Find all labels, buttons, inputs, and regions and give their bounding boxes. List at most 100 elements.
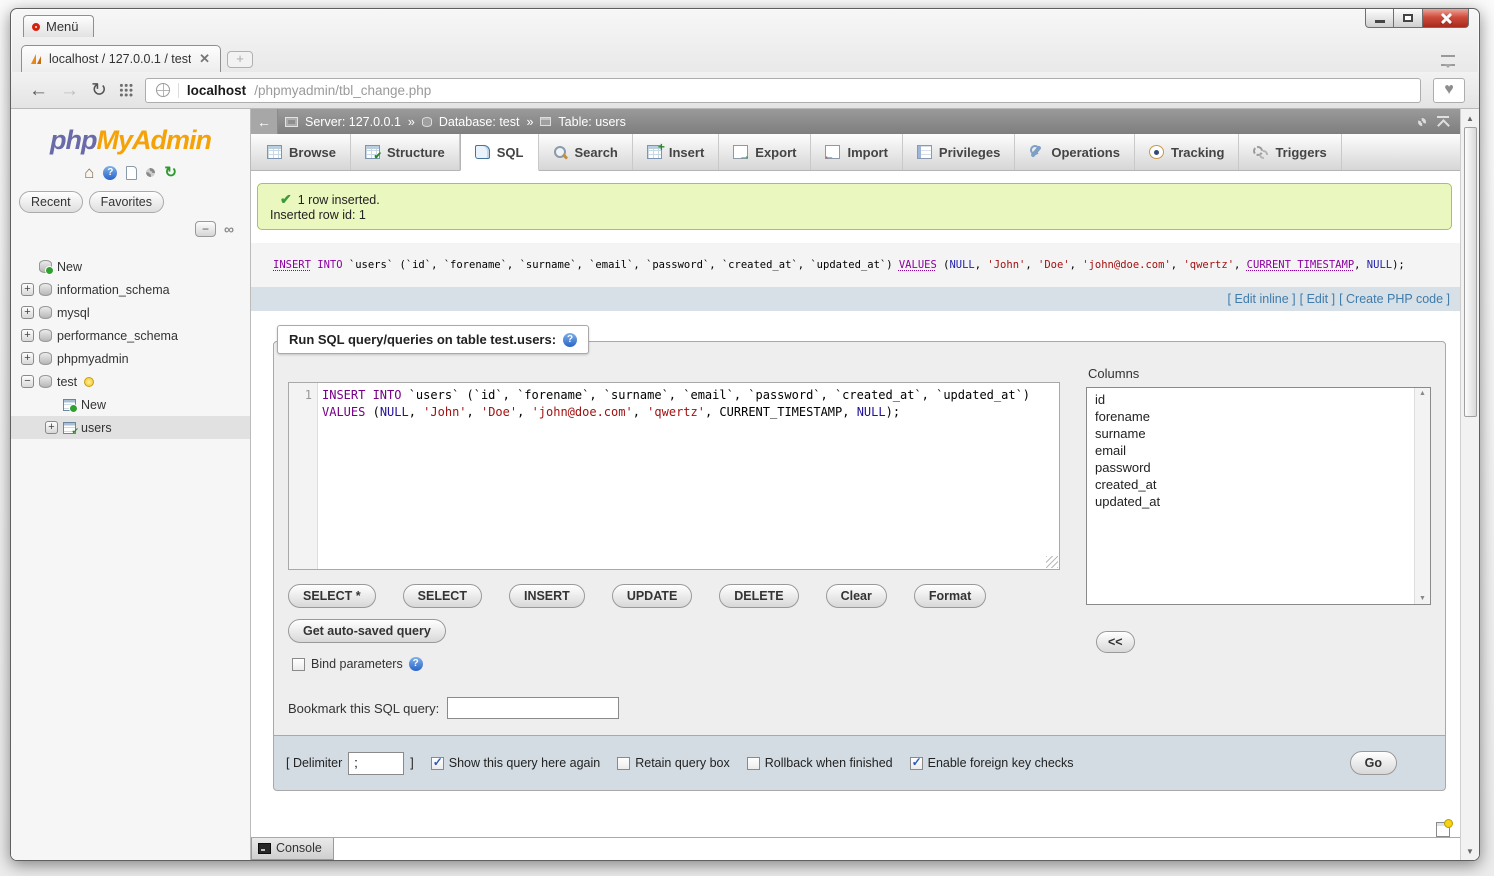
go-button[interactable]: Go (1350, 751, 1397, 775)
title-bar[interactable]: Menü (11, 9, 1479, 43)
tree-item-information-schema[interactable]: +information_schema (11, 278, 250, 301)
edit-inline-link[interactable]: [ Edit inline ] (1228, 292, 1296, 306)
expand-icon[interactable]: + (45, 421, 58, 434)
refresh-icon[interactable]: ↻ (164, 165, 177, 180)
editor-resize-grip[interactable] (1046, 556, 1058, 568)
tab-menu-icon[interactable] (1439, 54, 1457, 68)
close-button[interactable] (1423, 9, 1469, 28)
tab-import[interactable]: Import (811, 134, 902, 170)
new-tab-button[interactable]: + (227, 51, 253, 68)
opera-menu-button[interactable]: Menü (23, 15, 94, 37)
globe-icon[interactable] (156, 83, 170, 97)
tree-item-test[interactable]: −test (11, 370, 250, 393)
select-button[interactable]: SELECT * (288, 584, 376, 608)
tree-item-users[interactable]: +users (11, 416, 250, 439)
home-icon[interactable]: ⌂ (84, 164, 94, 181)
page-related-settings-icon[interactable] (1436, 822, 1450, 837)
show-this-query-here-again-checkbox[interactable] (431, 757, 444, 770)
tree-item-phpmyadmin[interactable]: +phpmyadmin (11, 347, 250, 370)
browser-tab[interactable]: localhost / 127.0.0.1 / test ✕ (21, 45, 221, 72)
tree-item-performance-schema[interactable]: +performance_schema (11, 324, 250, 347)
delete-button[interactable]: DELETE (719, 584, 798, 608)
phpmyadmin-logo[interactable]: phpMyAdmin (11, 117, 250, 160)
edit-link[interactable]: [ Edit ] (1300, 292, 1335, 306)
tab-operations[interactable]: Operations (1015, 134, 1135, 170)
collapse-icon[interactable]: − (21, 375, 34, 388)
back-button[interactable]: ← (29, 81, 48, 100)
bookmark-input[interactable] (447, 697, 619, 719)
expand-icon[interactable]: + (21, 283, 34, 296)
legend-help-icon[interactable]: ? (563, 333, 577, 347)
bookmark-heart-button[interactable]: ♥ (1433, 78, 1465, 103)
column-option-surname[interactable]: surname (1087, 425, 1410, 442)
tab-structure[interactable]: Structure (351, 134, 460, 170)
insert-button[interactable]: INSERT (509, 584, 585, 608)
column-option-email[interactable]: email (1087, 442, 1410, 459)
favorites-button[interactable]: Favorites (89, 191, 164, 213)
tree-item-mysql[interactable]: +mysql (11, 301, 250, 324)
collapse-panel-icon[interactable] (1436, 116, 1450, 128)
documentation-icon[interactable] (126, 166, 137, 180)
column-option-password[interactable]: password (1087, 459, 1410, 476)
scrollbar-thumb[interactable] (1464, 127, 1477, 417)
settings-gear-icon[interactable] (146, 168, 155, 177)
editor-code[interactable]: INSERT INTO `users` (`id`, `forename`, `… (318, 383, 1059, 569)
expand-icon[interactable]: + (21, 306, 34, 319)
sql-token: 'Doe' (481, 405, 517, 419)
enable-foreign-key-checks-checkbox[interactable] (910, 757, 923, 770)
tab-browse[interactable]: Browse (253, 134, 351, 170)
rollback-when-finished-checkbox[interactable] (747, 757, 760, 770)
help-icon[interactable]: ? (103, 166, 117, 180)
scroll-up-icon[interactable]: ▲ (1419, 390, 1426, 397)
tree-item-new[interactable]: New (11, 393, 250, 416)
tab-close-icon[interactable]: ✕ (197, 51, 212, 67)
page-settings-gear-icon[interactable] (1418, 118, 1426, 126)
breadcrumb-table[interactable]: Table: users (558, 115, 625, 129)
recent-button[interactable]: Recent (19, 191, 83, 213)
console-tab[interactable]: Console (251, 838, 334, 860)
bind-parameters-help-icon[interactable]: ? (409, 657, 423, 671)
bind-parameters-checkbox[interactable] (292, 658, 305, 671)
collapse-columns-button[interactable]: << (1096, 631, 1135, 653)
scroll-down-icon[interactable]: ▼ (1419, 595, 1426, 602)
collapse-all-button[interactable]: − (195, 221, 216, 237)
tab-privileges[interactable]: Privileges (903, 134, 1015, 170)
column-option-created-at[interactable]: created_at (1087, 476, 1410, 493)
minimize-button[interactable] (1365, 9, 1394, 28)
link-databases-icon[interactable]: ∞ (224, 222, 234, 236)
breadcrumb-server[interactable]: Server: 127.0.0.1 (305, 115, 401, 129)
reload-button[interactable]: ↻ (91, 81, 107, 100)
create-php-code-link[interactable]: [ Create PHP code ] (1339, 292, 1450, 306)
delimiter-input[interactable] (348, 752, 404, 775)
retain-query-box-checkbox[interactable] (617, 757, 630, 770)
browser-scrollbar[interactable]: ▲ ▼ (1460, 109, 1479, 860)
scrollbar-down-icon[interactable]: ▼ (1463, 844, 1478, 858)
column-option-forename[interactable]: forename (1087, 408, 1410, 425)
tab-search[interactable]: Search (539, 134, 633, 170)
scrollbar-up-icon[interactable]: ▲ (1463, 111, 1478, 125)
tab-insert[interactable]: Insert (633, 134, 719, 170)
tab-sql[interactable]: SQL (460, 134, 539, 171)
forward-button[interactable]: → (60, 81, 79, 100)
get-autosaved-query-button[interactable]: Get auto-saved query (288, 619, 446, 643)
columns-listbox[interactable]: idforenamesurnameemailpasswordcreated_at… (1086, 387, 1431, 605)
columns-scrollbar[interactable]: ▲▼ (1414, 388, 1430, 604)
column-option-updated-at[interactable]: updated_at (1087, 493, 1410, 510)
format-button[interactable]: Format (914, 584, 986, 608)
tab-triggers[interactable]: Triggers (1239, 134, 1341, 170)
select-button[interactable]: SELECT (403, 584, 482, 608)
sql-editor[interactable]: 1 INSERT INTO `users` (`id`, `forename`,… (288, 382, 1060, 570)
column-option-id[interactable]: id (1087, 391, 1410, 408)
breadcrumb-database[interactable]: Database: test (439, 115, 520, 129)
expand-icon[interactable]: + (21, 352, 34, 365)
clear-button[interactable]: Clear (826, 584, 887, 608)
update-button[interactable]: UPDATE (612, 584, 692, 608)
breadcrumb-back-button[interactable]: ← (251, 109, 278, 134)
tab-export[interactable]: Export (719, 134, 811, 170)
tab-tracking[interactable]: Tracking (1135, 134, 1239, 170)
speed-dial-icon[interactable] (119, 83, 133, 97)
maximize-button[interactable] (1394, 9, 1423, 28)
expand-icon[interactable]: + (21, 329, 34, 342)
tree-item-new[interactable]: New (11, 255, 250, 278)
address-bar[interactable]: localhost/phpmyadmin/tbl_change.php (145, 78, 1421, 103)
